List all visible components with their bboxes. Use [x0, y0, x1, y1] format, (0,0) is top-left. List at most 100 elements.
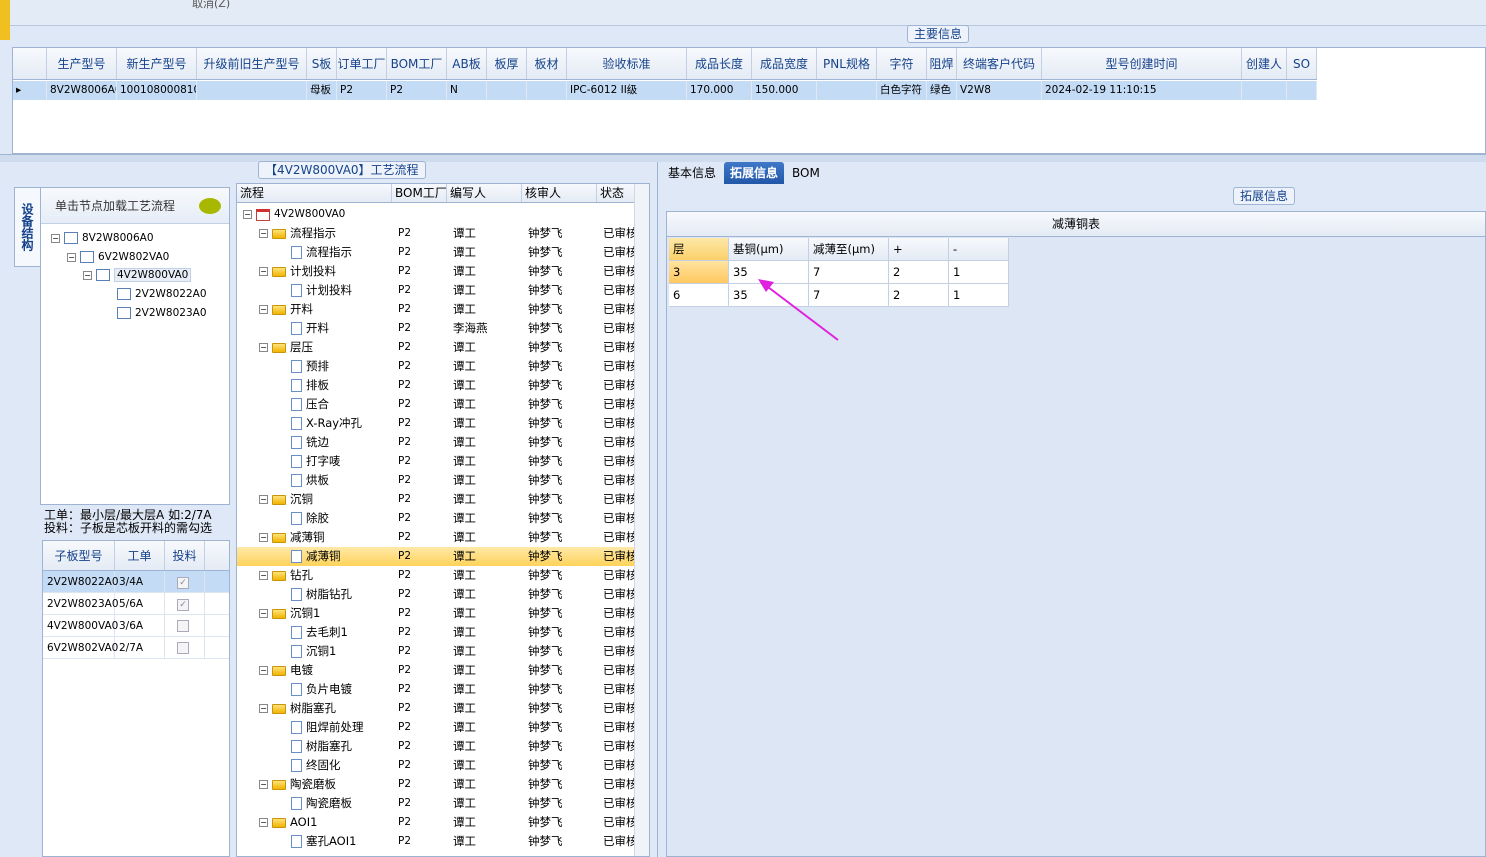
collapse-icon[interactable]: −: [259, 704, 268, 713]
collapse-icon[interactable]: −: [259, 571, 268, 580]
collapse-icon[interactable]: −: [259, 533, 268, 542]
cell[interactable]: 150.000: [752, 81, 817, 100]
process-row[interactable]: 负片电镀 P2 谭工 钟梦飞 已审核: [237, 680, 635, 699]
table-cell[interactable]: 3: [669, 261, 729, 284]
cell[interactable]: V2W8: [957, 81, 1042, 100]
column-header[interactable]: S板: [307, 48, 337, 79]
column-header[interactable]: 阻焊: [927, 48, 957, 79]
table-column-header[interactable]: 减薄至(μm): [809, 238, 889, 261]
column-header[interactable]: 新生产型号: [117, 48, 197, 79]
column-header[interactable]: 成品长度: [687, 48, 752, 79]
collapse-icon[interactable]: −: [259, 343, 268, 352]
cell[interactable]: [527, 81, 567, 100]
process-row[interactable]: X-Ray冲孔 P2 谭工 钟梦飞 已审核: [237, 414, 635, 433]
process-row[interactable]: 陶瓷磨板 P2 谭工 钟梦飞 已审核: [237, 794, 635, 813]
process-row[interactable]: − 沉铜1 P2 谭工 钟梦飞 已审核: [237, 604, 635, 623]
collapse-icon[interactable]: −: [259, 229, 268, 238]
cell[interactable]: 170.000: [687, 81, 752, 100]
process-row[interactable]: 塞孔AOI1 P2 谭工 钟梦飞 已审核: [237, 832, 635, 851]
tab-0[interactable]: 基本信息: [662, 162, 722, 184]
process-row[interactable]: − AOI1 P2 谭工 钟梦飞 已审核: [237, 813, 635, 832]
cell[interactable]: 绿色: [927, 81, 957, 100]
cell[interactable]: P2: [337, 81, 387, 100]
horizontal-splitter[interactable]: [0, 154, 1486, 162]
process-row[interactable]: − 计划投料 P2 谭工 钟梦飞 已审核: [237, 262, 635, 281]
process-row[interactable]: − 树脂塞孔 P2 谭工 钟梦飞 已审核: [237, 699, 635, 718]
cell[interactable]: [1242, 81, 1287, 100]
table-cell[interactable]: 2: [889, 284, 949, 307]
tree-node[interactable]: 2V2W8022A0: [117, 286, 207, 302]
cell[interactable]: 8V2W8006A0: [47, 81, 117, 100]
tab-1[interactable]: 拓展信息: [724, 162, 785, 184]
process-row[interactable]: 沉铜1 P2 谭工 钟梦飞 已审核: [237, 642, 635, 661]
table-cell[interactable]: 6: [669, 284, 729, 307]
cell[interactable]: [1287, 81, 1317, 100]
collapse-icon[interactable]: −: [259, 609, 268, 618]
table-cell[interactable]: 1: [949, 284, 1009, 307]
sub-grid-row[interactable]: 2V2W8022A0 3/4A ✓: [43, 571, 229, 593]
column-header[interactable]: 板材: [527, 48, 567, 79]
process-row[interactable]: − 电镀 P2 谭工 钟梦飞 已审核: [237, 661, 635, 680]
side-tab-equipment[interactable]: 设备结构: [14, 187, 40, 267]
column-header[interactable]: 板厚: [487, 48, 527, 79]
cell[interactable]: 白色字符: [877, 81, 927, 100]
process-scrollbar[interactable]: [634, 184, 649, 856]
collapse-icon[interactable]: −: [259, 818, 268, 827]
column-header[interactable]: 升级前旧生产型号: [197, 48, 307, 79]
process-row[interactable]: − 流程指示 P2 谭工 钟梦飞 已审核: [237, 224, 635, 243]
column-header[interactable]: PNL规格: [817, 48, 877, 79]
column-header[interactable]: AB板: [447, 48, 487, 79]
process-row[interactable]: 排板 P2 谭工 钟梦飞 已审核: [237, 376, 635, 395]
process-row[interactable]: 树脂塞孔 P2 谭工 钟梦飞 已审核: [237, 737, 635, 756]
process-row[interactable]: 开料 P2 李海燕 钟梦飞 已审核: [237, 319, 635, 338]
sub-grid-row[interactable]: 2V2W8023A0 5/6A ✓: [43, 593, 229, 615]
process-row[interactable]: − 沉铜 P2 谭工 钟梦飞 已审核: [237, 490, 635, 509]
column-header[interactable]: 验收标准: [567, 48, 687, 79]
column-header[interactable]: 生产型号: [47, 48, 117, 79]
structure-tree[interactable]: 单击节点加载工艺流程 −8V2W8006A0 −6V2W802VA0 −4V2W…: [40, 187, 230, 505]
process-row[interactable]: 去毛刺1 P2 谭工 钟梦飞 已审核: [237, 623, 635, 642]
collapse-icon[interactable]: −: [259, 666, 268, 675]
collapse-icon[interactable]: −: [51, 233, 60, 243]
cancel-button[interactable]: 取消(Z): [192, 0, 230, 11]
cell[interactable]: [487, 81, 527, 100]
process-row[interactable]: − 钻孔 P2 谭工 钟梦飞 已审核: [237, 566, 635, 585]
process-row[interactable]: 烘板 P2 谭工 钟梦飞 已审核: [237, 471, 635, 490]
tree-node[interactable]: −6V2W802VA0: [67, 249, 169, 265]
table-column-header[interactable]: 层: [669, 238, 729, 261]
process-root-row[interactable]: −4V2W800VA0: [237, 205, 392, 224]
column-header[interactable]: 订单工厂: [337, 48, 387, 79]
main-grid-row[interactable]: ▸8V2W8006A010010800081031母板P2P2NIPC-6012…: [13, 81, 1317, 100]
column-header[interactable]: 成品宽度: [752, 48, 817, 79]
table-cell[interactable]: 1: [949, 261, 1009, 284]
collapse-icon[interactable]: −: [67, 252, 76, 262]
collapse-icon[interactable]: −: [259, 495, 268, 504]
process-row[interactable]: 预排 P2 谭工 钟梦飞 已审核: [237, 357, 635, 376]
process-grid[interactable]: 流程 BOM工厂 编写人 核审人 状态 −4V2W800VA0 − 流程指示 P2 谭…: [236, 183, 650, 857]
process-row[interactable]: 除胶 P2 谭工 钟梦飞 已审核: [237, 509, 635, 528]
column-header[interactable]: 型号创建时间: [1042, 48, 1242, 79]
sub-board-grid[interactable]: 子板型号 工单 投料 2V2W8022A0 3/4A ✓ 2V2W8023A0 5/6A…: [42, 540, 230, 857]
column-header[interactable]: 字符: [877, 48, 927, 79]
cell[interactable]: [817, 81, 877, 100]
sub-grid-row[interactable]: 6V2W802VA0 2/7A: [43, 637, 229, 659]
cell[interactable]: IPC-6012 II级: [567, 81, 687, 100]
collapse-icon[interactable]: −: [259, 305, 268, 314]
process-row[interactable]: 压合 P2 谭工 钟梦飞 已审核: [237, 395, 635, 414]
tree-node[interactable]: −8V2W8006A0: [51, 230, 154, 246]
collapse-icon[interactable]: −: [259, 267, 268, 276]
column-header[interactable]: BOM工厂: [387, 48, 447, 79]
cell[interactable]: [197, 81, 307, 100]
process-row[interactable]: − 开料 P2 谭工 钟梦飞 已审核: [237, 300, 635, 319]
cell[interactable]: 2024-02-19 11:10:15: [1042, 81, 1242, 100]
cell[interactable]: P2: [387, 81, 447, 100]
process-row[interactable]: 减薄铜 P2 谭工 钟梦飞 已审核: [237, 547, 635, 566]
table-cell[interactable]: 2: [889, 261, 949, 284]
process-row[interactable]: − 陶瓷磨板 P2 谭工 钟梦飞 已审核: [237, 775, 635, 794]
main-grid[interactable]: 生产型号 新生产型号 升级前旧生产型号 S板 订单工厂 BOM工厂 AB板 板厚 板材 验收标准成…: [12, 47, 1486, 154]
column-header[interactable]: 终端客户代码: [957, 48, 1042, 79]
collapse-icon[interactable]: −: [243, 210, 252, 219]
feed-checkbox[interactable]: [177, 620, 189, 632]
collapse-icon[interactable]: −: [83, 270, 92, 280]
tree-node[interactable]: 2V2W8023A0: [117, 305, 207, 321]
